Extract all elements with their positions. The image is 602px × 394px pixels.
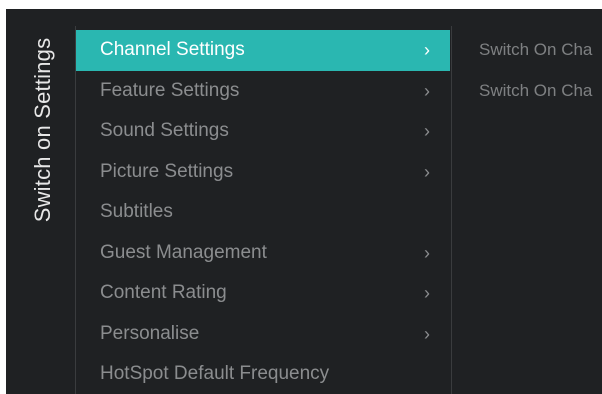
panel-title: Switch on Settings bbox=[30, 37, 55, 223]
chevron-right-icon: › bbox=[424, 323, 430, 344]
submenu-item-switch-on-channel[interactable]: Switch On Cha bbox=[479, 71, 602, 112]
chevron-right-icon: › bbox=[424, 283, 430, 303]
menu-item-feature-settings[interactable]: Feature Settings › bbox=[76, 71, 450, 112]
menu-item-guest-management[interactable]: Guest Management › bbox=[76, 233, 450, 274]
menu-item-label: Personalise bbox=[100, 322, 200, 344]
menu-item-content-rating[interactable]: Content Rating › bbox=[76, 273, 450, 314]
menu-item-personalise[interactable]: Personalise › bbox=[76, 314, 450, 355]
menu-item-channel-settings[interactable]: Channel Settings › bbox=[76, 30, 450, 71]
menu-item-hotspot-default-frequency[interactable]: HotSpot Default Frequency bbox=[76, 354, 450, 394]
panel-title-container: Switch on Settings bbox=[6, 9, 74, 394]
menu-item-subtitles[interactable]: Subtitles bbox=[76, 192, 450, 233]
menu-item-label: Picture Settings bbox=[100, 160, 234, 182]
menu-item-label: Guest Management bbox=[100, 241, 267, 263]
chevron-right-icon: › bbox=[424, 40, 430, 60]
menu-item-label: Content Rating bbox=[100, 282, 227, 303]
menu-item-label: Channel Settings bbox=[100, 39, 245, 60]
menu-item-label: Feature Settings bbox=[100, 79, 240, 101]
menu-item-picture-settings[interactable]: Picture Settings › bbox=[76, 152, 450, 193]
chevron-right-icon: › bbox=[424, 242, 430, 263]
submenu-item-switch-on-channel-list[interactable]: Switch On Cha bbox=[479, 30, 602, 71]
chevron-right-icon: › bbox=[424, 80, 430, 101]
settings-menu: Channel Settings › Feature Settings › So… bbox=[76, 30, 450, 394]
menu-item-sound-settings[interactable]: Sound Settings › bbox=[76, 111, 450, 152]
menu-item-label: Sound Settings bbox=[100, 120, 229, 141]
chevron-right-icon: › bbox=[424, 161, 430, 182]
tv-settings-screen: Switch on Settings Channel Settings › Fe… bbox=[6, 9, 602, 394]
menu-item-label: Subtitles bbox=[100, 201, 173, 222]
chevron-right-icon: › bbox=[424, 121, 430, 141]
divider-right bbox=[451, 26, 452, 394]
channel-settings-submenu: Switch On Cha Switch On Cha bbox=[479, 30, 602, 111]
menu-item-label: HotSpot Default Frequency bbox=[100, 363, 330, 384]
